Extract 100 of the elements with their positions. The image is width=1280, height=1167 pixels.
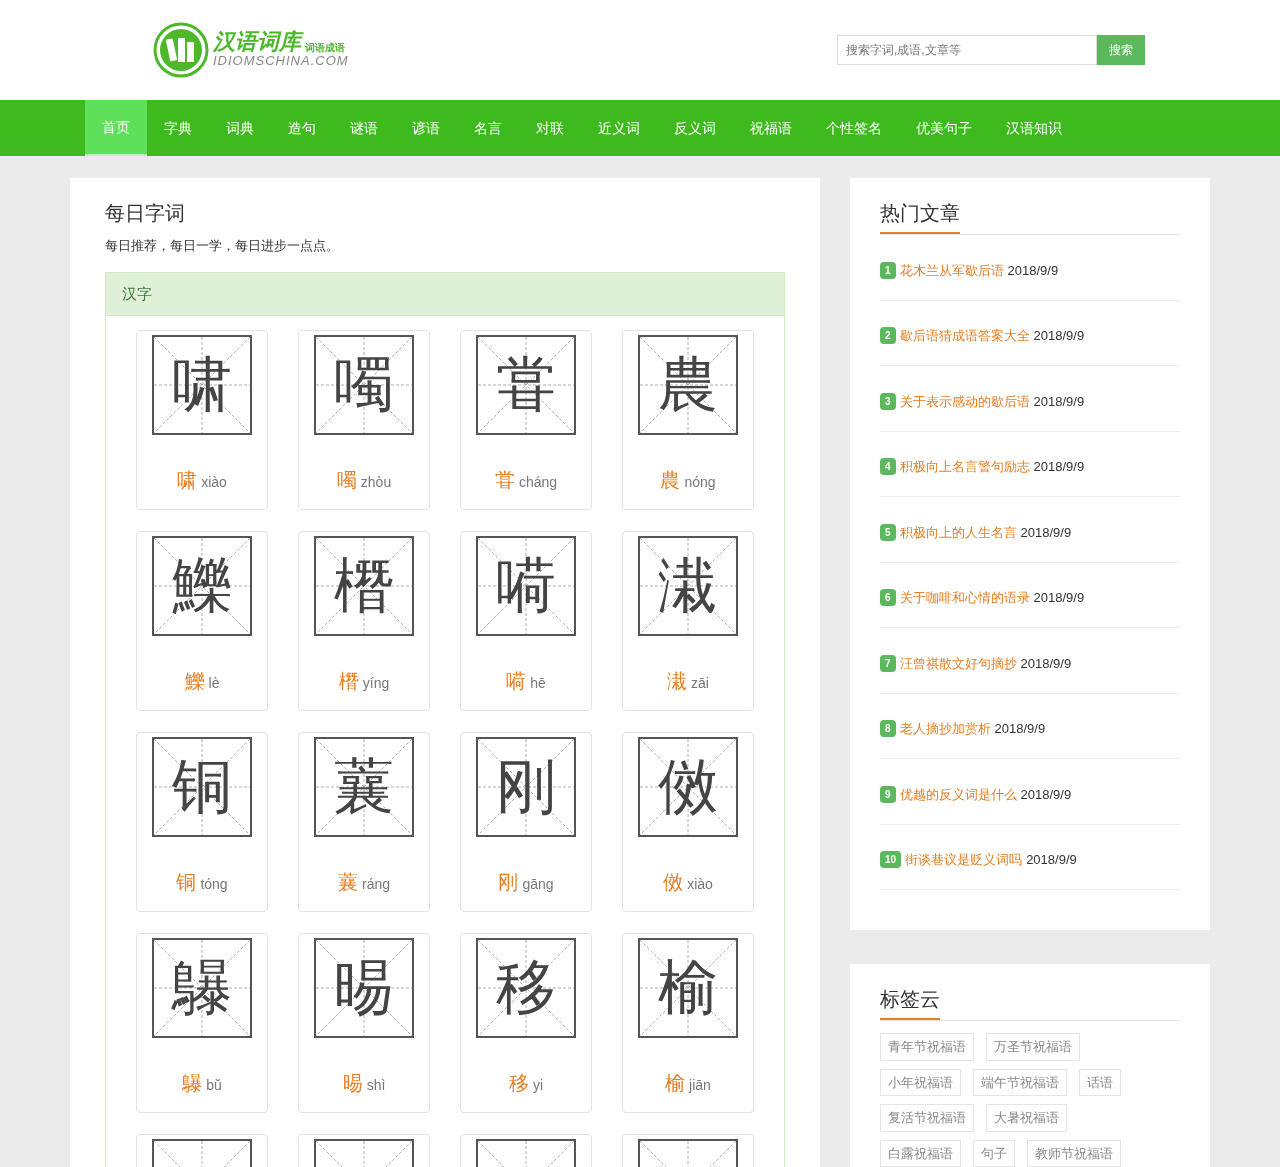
- article-date: 2018/9/9: [1033, 458, 1085, 476]
- article-date: 2018/9/9: [1020, 654, 1072, 673]
- nav-item[interactable]: 谚语: [395, 100, 457, 156]
- large-character: 鱳: [172, 556, 232, 616]
- nav-item[interactable]: 谜语: [333, 100, 395, 156]
- tag-link[interactable]: 小年祝福语: [880, 1068, 961, 1096]
- rank-badge: 9: [880, 785, 896, 803]
- rank-badge: 5: [880, 523, 896, 541]
- article-link[interactable]: 汪曾祺散文好句摘抄: [899, 653, 1017, 673]
- article-link[interactable]: 积极向上的人生名言: [899, 522, 1017, 542]
- search-field[interactable]: 搜索字词,成语,文章等: [837, 35, 1097, 65]
- article-link[interactable]: 关于咖啡和心情的语录: [899, 588, 1030, 608]
- nav-item[interactable]: 词典: [209, 100, 271, 156]
- rank-badge: 2: [880, 327, 896, 345]
- article-link[interactable]: 花木兰从军歇后语: [899, 260, 1004, 280]
- character-card[interactable]: 移 移 yi: [460, 933, 592, 1113]
- nav-item[interactable]: 汉语知识: [989, 100, 1079, 156]
- nav-item[interactable]: 优美句子: [899, 100, 989, 156]
- article-link[interactable]: 优越的反义词是什么: [899, 784, 1017, 804]
- pinyin: shì: [366, 1076, 386, 1095]
- large-character: 嗬: [496, 556, 556, 616]
- pinyin: zāi: [691, 674, 709, 693]
- character-card[interactable]: 蘘 蘘 ráng: [298, 732, 430, 912]
- pinyin: xiào: [687, 875, 713, 894]
- tag-link[interactable]: 万圣节祝福语: [986, 1033, 1080, 1061]
- tag-link[interactable]: 大暑祝福语: [986, 1104, 1067, 1132]
- books-logo-icon: [153, 22, 209, 78]
- tag-link[interactable]: 教师节祝福语: [1027, 1139, 1121, 1167]
- character: 鱳: [184, 669, 205, 694]
- nav-item[interactable]: 个性签名: [809, 100, 899, 156]
- character-card[interactable]: 刚 刚 gāng: [460, 732, 592, 912]
- character-card[interactable]: 鸔 鸔 bǔ: [136, 933, 268, 1113]
- article-link[interactable]: 老人摘抄加赏析: [899, 719, 991, 739]
- character-card[interactable]: 橬 橬 yíng: [298, 531, 430, 711]
- character: 晹: [342, 1071, 363, 1096]
- character: 铜: [176, 870, 197, 895]
- character: 農: [660, 468, 681, 493]
- pinyin: lè: [208, 674, 220, 693]
- character-card[interactable]: 溨 溨 zāi: [622, 531, 754, 711]
- rank-badge: 6: [880, 589, 896, 607]
- nav-item[interactable]: 名言: [457, 100, 519, 156]
- character-card[interactable]: 榆 榆 jiān: [622, 933, 754, 1113]
- article-date: 2018/9/9: [1007, 261, 1059, 280]
- large-character: 铜: [172, 757, 232, 817]
- article-link[interactable]: 街谈巷议是贬义词吗: [905, 850, 1023, 870]
- character: 溨: [667, 669, 688, 694]
- character: 甞: [494, 468, 515, 493]
- tag-link[interactable]: 端午节祝福语: [973, 1068, 1067, 1096]
- large-character: 榆: [658, 958, 718, 1018]
- nav-item[interactable]: 字典: [147, 100, 209, 156]
- character: 傚: [663, 870, 684, 895]
- section-title: 每日字词: [105, 201, 186, 226]
- character: 啸: [177, 468, 198, 493]
- search-button[interactable]: 搜索: [1097, 35, 1145, 65]
- tag-link[interactable]: 复活节祝福语: [880, 1104, 974, 1132]
- pinyin: gāng: [522, 875, 554, 894]
- character: 榆: [665, 1071, 686, 1096]
- large-character: 移: [496, 958, 556, 1018]
- large-character: 甞: [496, 355, 556, 415]
- tag-link[interactable]: 句子: [973, 1139, 1015, 1167]
- logo-domain: IDIOMSCHINA.COM: [213, 52, 349, 70]
- nav-item[interactable]: 反义词: [657, 100, 733, 156]
- tag-link[interactable]: 青年节祝福语: [880, 1033, 974, 1061]
- article-link[interactable]: 积极向上名言警句励志: [899, 457, 1030, 477]
- pinyin: jiān: [689, 1076, 711, 1095]
- nav-item[interactable]: 对联: [519, 100, 581, 156]
- character: 移: [508, 1071, 529, 1096]
- large-character: 橬: [334, 556, 394, 616]
- character-card[interactable]: 嗬 嗬 hē: [460, 531, 592, 711]
- pinyin: yíng: [362, 674, 390, 693]
- nav-item[interactable]: 祝福语: [733, 100, 809, 156]
- character: 噣: [336, 468, 357, 493]
- rank-badge: 10: [880, 851, 902, 869]
- article-date: 2018/9/9: [1026, 851, 1077, 869]
- article-date: 2018/9/9: [1020, 785, 1072, 804]
- rank-badge: 7: [880, 654, 896, 672]
- character-card[interactable]: 傚 傚 xiào: [622, 732, 754, 912]
- pinyin: nóng: [684, 473, 716, 492]
- article-link[interactable]: 歇后语猜成语答案大全: [899, 326, 1030, 346]
- article-link[interactable]: 关于表示感动的歇后语: [899, 391, 1030, 411]
- nav-item[interactable]: 近义词: [581, 100, 657, 156]
- large-character: 傚: [658, 757, 718, 817]
- character-card[interactable]: 啸 啸 xiào: [136, 330, 268, 510]
- logo-subtitle: 词语成语: [305, 42, 345, 53]
- character-card[interactable]: 鱳 鱳 lè: [136, 531, 268, 711]
- character-card[interactable]: 噣 噣 zhòu: [298, 330, 430, 510]
- pinyin: zhòu: [360, 473, 392, 492]
- character-card[interactable]: 晹 晹 shì: [298, 933, 430, 1113]
- nav-item[interactable]: 造句: [271, 100, 333, 156]
- article-date: 2018/9/9: [1020, 523, 1072, 542]
- character-card[interactable]: 農 農 nóng: [622, 330, 754, 510]
- character: 鸔: [182, 1071, 203, 1096]
- large-character: 刚: [496, 757, 556, 817]
- large-character: 蘘: [334, 757, 394, 817]
- large-character: 啸: [172, 355, 232, 415]
- tag-link[interactable]: 白露祝福语: [880, 1139, 961, 1167]
- pinyin: hē: [530, 674, 546, 693]
- tag-link[interactable]: 话语: [1079, 1068, 1121, 1096]
- character-card[interactable]: 甞 甞 cháng: [460, 330, 592, 510]
- character-card[interactable]: 铜 铜 tóng: [136, 732, 268, 912]
